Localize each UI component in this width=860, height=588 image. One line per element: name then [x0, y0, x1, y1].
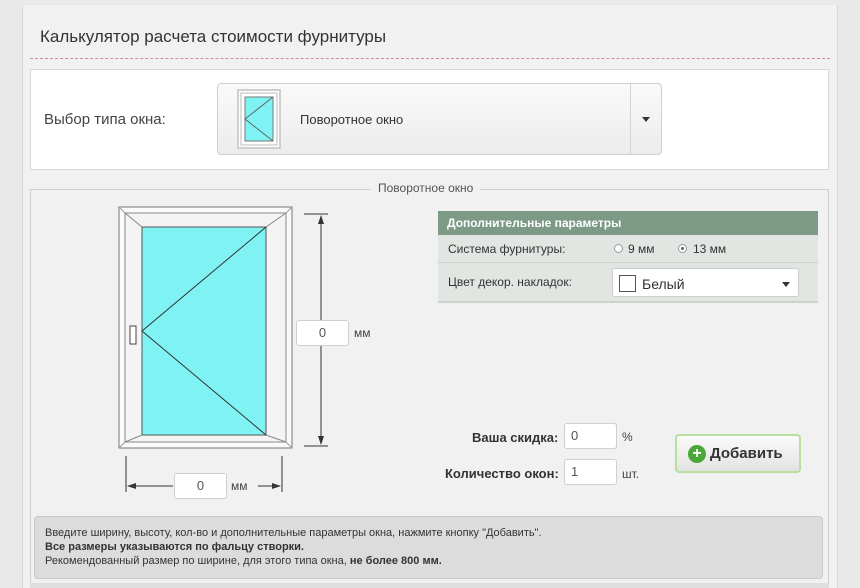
system-13mm-radio[interactable] [678, 244, 687, 253]
page-title: Калькулятор расчета стоимости фурнитуры [40, 27, 387, 46]
info-line-3-bold: не более 800 мм. [349, 555, 442, 567]
window-type-value: Поворотное окно [300, 112, 404, 127]
window-type-label: Выбор типа окна: [44, 111, 166, 128]
add-button-label: Добавить [710, 445, 783, 462]
width-input[interactable]: 0 [174, 473, 227, 499]
color-label: Цвет декор. накладок: [448, 275, 572, 289]
width-unit: мм [231, 479, 248, 493]
discount-label: Ваша скидка: [472, 430, 559, 445]
dropdown-toggle[interactable] [630, 84, 661, 154]
window-type-panel: Выбор типа окна: Поворотное окно [30, 69, 829, 170]
window-handle [129, 325, 137, 345]
color-row: Цвет декор. накладок: Белый [438, 263, 818, 303]
additional-parameters: Дополнительные параметры Система фурниту… [438, 211, 818, 303]
info-line-3-text: Рекомендованный размер по ширине, для эт… [45, 555, 350, 567]
chevron-down-icon [782, 282, 790, 287]
color-swatch [619, 275, 636, 292]
discount-input[interactable]: 0 [564, 423, 617, 449]
height-input[interactable]: 0 [296, 320, 349, 346]
color-value: Белый [642, 276, 685, 292]
count-label: Количество окон: [445, 466, 559, 481]
system-9mm-radio[interactable] [614, 244, 623, 253]
system-13mm-label: 13 мм [693, 242, 727, 256]
info-box: Введите ширину, высоту, кол-во и дополни… [34, 516, 823, 579]
section-legend: Поворотное окно [371, 181, 481, 195]
chevron-down-icon [642, 117, 650, 122]
params-header: Дополнительные параметры [438, 211, 818, 235]
window-diagram [118, 206, 328, 492]
info-line-2: Все размеры указываются по фальцу створк… [45, 541, 304, 553]
count-unit: шт. [622, 467, 640, 481]
info-line-1: Введите ширину, высоту, кол-во и дополни… [45, 527, 542, 539]
count-input[interactable]: 1 [564, 459, 617, 485]
system-row: Система фурнитуры: 9 мм 13 мм [438, 235, 818, 263]
add-button[interactable]: + Добавить [675, 434, 801, 473]
window-type-select[interactable]: Поворотное окно [217, 83, 662, 155]
bottom-bar [30, 583, 829, 588]
height-unit: мм [354, 326, 371, 340]
swing-window-icon [237, 89, 281, 149]
system-label: Система фурнитуры: [448, 242, 566, 256]
title-divider [30, 58, 830, 59]
color-select[interactable]: Белый [612, 268, 799, 297]
discount-unit: % [622, 430, 633, 444]
plus-icon: + [688, 445, 706, 463]
info-line-3: Рекомендованный размер по ширине, для эт… [45, 554, 812, 568]
system-9mm-label: 9 мм [628, 242, 655, 256]
